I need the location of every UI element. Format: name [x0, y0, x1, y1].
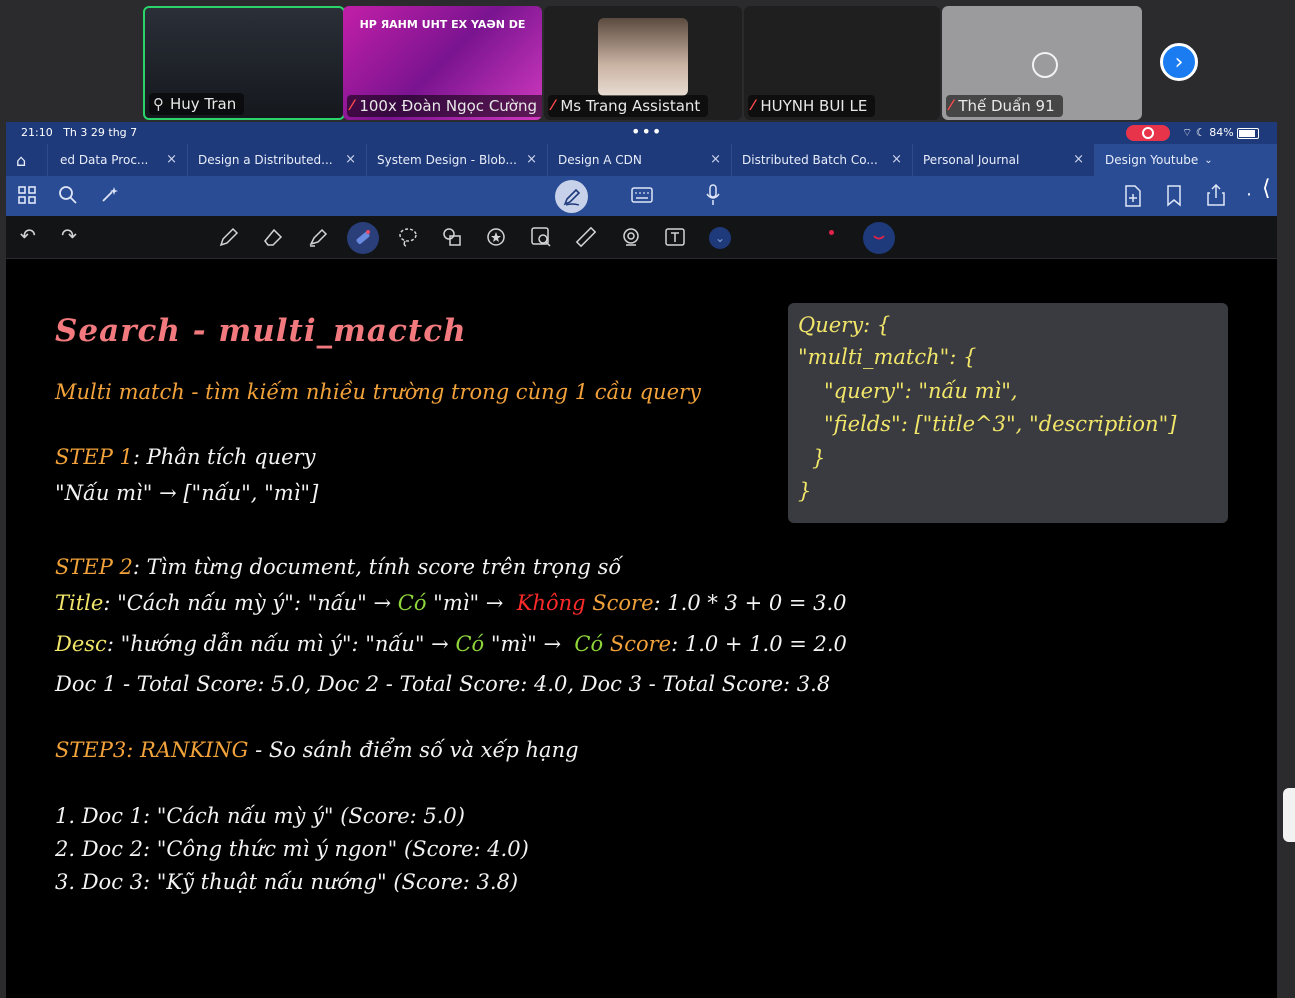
participant-name-tag: ⁄ Thế Duẩn 91 — [946, 95, 1063, 117]
totals-line: Doc 1 - Total Score: 5.0, Doc 2 - Total … — [55, 672, 831, 696]
keyboard-icon[interactable] — [631, 187, 653, 203]
participant-tile[interactable]: HP ЯAHM UHT EX YAƏN DE ⁄ 100x Đoàn Ngọc … — [343, 6, 542, 120]
home-icon: ⌂ — [16, 150, 27, 170]
ranking-item: 1. Doc 1: "Cách nấu mỳ ý" (Score: 5.0) — [55, 804, 465, 828]
undo-icon[interactable]: ↶ — [20, 227, 36, 246]
chevron-down-icon[interactable]: ⌄ — [709, 227, 731, 249]
status-bar: 21:10 Th 3 29 thg 7 ••• ⌔ ☾ 84% — [6, 122, 1277, 144]
recording-indicator[interactable] — [1126, 125, 1170, 141]
query-code-box: Query: { "multi_match": { "query": "nấu … — [788, 303, 1228, 523]
tab-item[interactable]: Design a Distributed... × — [188, 144, 367, 176]
participant-name-tag: ⁄ Ms Trang Assistant — [548, 95, 709, 117]
highlighter-tool-icon[interactable] — [307, 226, 329, 248]
notebook-page[interactable]: Search - multi_mactch Multi match - tìm … — [6, 259, 1277, 998]
bookmark-icon[interactable] — [1166, 185, 1182, 207]
close-icon[interactable]: × — [166, 152, 177, 167]
home-tab[interactable]: ⌂ — [6, 144, 48, 176]
status-time: 21:10 Th 3 29 thg 7 — [21, 126, 138, 139]
page-title: Search - multi_mactch — [55, 313, 467, 349]
elements-tool-icon[interactable] — [485, 226, 507, 248]
participant-tile[interactable]: ⁄ Ms Trang Assistant — [544, 6, 742, 120]
eraser-tool-icon[interactable] — [262, 226, 284, 248]
redo-icon[interactable]: ↷ — [61, 227, 77, 246]
code-line: Query: { — [798, 313, 891, 337]
close-icon[interactable]: × — [526, 152, 537, 167]
add-page-icon[interactable] — [1124, 185, 1142, 207]
ai-assist-icon[interactable] — [100, 185, 120, 205]
participant-name-tag: ⚲ Huy Tran — [149, 93, 245, 115]
battery-percent: 84% — [1209, 126, 1234, 139]
grid-view-icon[interactable] — [18, 186, 36, 204]
step1-example: "Nấu mì" → ["nấu", "mì"] — [55, 481, 319, 505]
mic-muted-icon: ⁄ — [552, 98, 555, 114]
chevron-left-icon[interactable]: ⟨ — [1262, 176, 1271, 201]
desc-score-line: Desc: "hướng dẫn nấu mì ý": "nấu" → Có "… — [55, 632, 847, 656]
laser-pointer-icon[interactable] — [620, 226, 642, 248]
participant-tile[interactable]: ⁄ HUYNH BUI LE — [744, 6, 940, 120]
microphone-icon[interactable] — [705, 184, 721, 206]
tab-item[interactable]: Distributed Batch Co... × — [732, 144, 913, 176]
code-line: } — [812, 446, 826, 470]
camera-off-icon — [1032, 52, 1058, 78]
color-swatch-selected[interactable] — [863, 222, 895, 254]
tape-tool-icon[interactable] — [347, 222, 379, 254]
step1-line: STEP 1: Phân tích query — [55, 445, 316, 469]
shared-screen: 21:10 Th 3 29 thg 7 ••• ⌔ ☾ 84% ⌂ ed Dat… — [6, 122, 1277, 998]
close-icon[interactable]: × — [891, 152, 902, 167]
color-swatch-red[interactable] — [829, 230, 834, 235]
ranking-item: 2. Doc 2: "Công thức mì ý ngon" (Score: … — [55, 837, 529, 861]
tab-item[interactable]: ed Data Proc... × — [48, 144, 188, 176]
share-icon[interactable] — [1206, 184, 1226, 206]
mic-muted-icon: ⁄ — [950, 98, 953, 114]
pen-tool-icon[interactable] — [218, 226, 240, 248]
main-toolbar: · — [6, 176, 1277, 216]
code-line: "query": "nấu mì", — [824, 379, 1018, 403]
pin-icon: ⚲ — [153, 95, 164, 113]
participant-tile[interactable]: ⚲ Huy Tran — [143, 6, 345, 120]
wifi-icon: ⌔ — [1182, 126, 1193, 139]
moon-icon: ☾ — [1195, 126, 1206, 139]
shapes-tool-icon[interactable] — [441, 226, 463, 248]
status-right: ⌔ ☾ 84% — [1182, 126, 1260, 140]
close-icon[interactable]: × — [1073, 152, 1084, 167]
tab-item[interactable]: Design A CDN × — [548, 144, 732, 176]
document-tabs: ⌂ ed Data Proc... × Design a Distributed.… — [6, 144, 1277, 176]
battery-icon — [1237, 127, 1260, 139]
mic-muted-icon: ⁄ — [351, 98, 354, 114]
mic-muted-icon: ⁄ — [752, 98, 755, 114]
code-line: "multi_match": { — [798, 345, 977, 369]
tab-item[interactable]: Personal Journal × — [913, 144, 1095, 176]
drawing-toolbar: ↶ ↷ ⌄ — [6, 216, 1277, 259]
subtitle: Multi match - tìm kiếm nhiều trường tron… — [55, 380, 701, 404]
lasso-tool-icon[interactable] — [397, 226, 419, 248]
participant-video — [598, 18, 688, 96]
chevron-down-icon: ⌄ — [1204, 154, 1213, 166]
close-icon[interactable]: × — [345, 152, 356, 167]
more-dots-icon[interactable]: ••• — [631, 122, 662, 141]
participant-name-tag: ⁄ HUYNH BUI LE — [748, 95, 876, 117]
chevron-right-icon: › — [1174, 49, 1184, 75]
ranking-item: 3. Doc 3: "Kỹ thuật nấu nướng" (Score: 3… — [55, 870, 519, 894]
text-tool-icon[interactable] — [664, 226, 686, 248]
step3-line: STEP3: RANKING - So sánh điểm số và xếp … — [55, 738, 579, 762]
tab-item[interactable]: System Design - Blob... × — [367, 144, 548, 176]
step2-line: STEP 2: Tìm từng document, tính score tr… — [55, 555, 622, 579]
tab-item-active[interactable]: Design Youtube ⌄ — [1095, 144, 1277, 176]
participant-tile[interactable]: ⁄ Thế Duẩn 91 — [942, 6, 1142, 120]
image-tool-icon[interactable] — [530, 226, 552, 248]
participant-name-tag: ⁄ 100x Đoàn Ngọc Cường — [347, 95, 542, 117]
video-banner-text: HP ЯAHM UHT EX YAƏN DE — [359, 18, 526, 31]
code-line: } — [798, 479, 812, 503]
more-icon[interactable]: · — [1246, 186, 1252, 205]
ruler-tool-icon[interactable] — [575, 226, 597, 248]
title-score-line: Title: "Cách nấu mỳ ý": "nấu" → Có "mì" … — [55, 591, 847, 615]
next-page-button[interactable]: › — [1160, 43, 1198, 81]
code-line: "fields": ["title^3", "description"] — [824, 412, 1177, 436]
scroll-handle[interactable] — [1283, 788, 1295, 842]
close-icon[interactable]: × — [710, 152, 721, 167]
pen-mode-button[interactable] — [555, 180, 588, 213]
participants-strip: ⚲ Huy Tran HP ЯAHM UHT EX YAƏN DE ⁄ 100x… — [0, 0, 1295, 122]
search-icon[interactable] — [58, 185, 78, 205]
